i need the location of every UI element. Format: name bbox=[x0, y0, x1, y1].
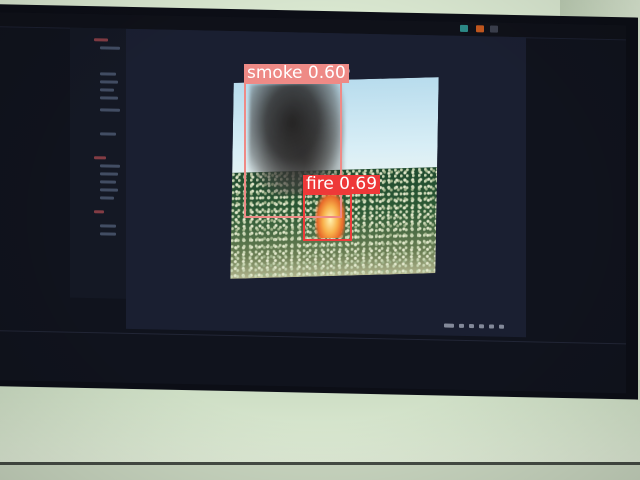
bottom-toolbar bbox=[444, 323, 504, 329]
fire-bounding-box bbox=[303, 193, 352, 241]
code-line bbox=[100, 108, 120, 112]
bottom-toolbar-icon[interactable] bbox=[499, 324, 504, 329]
code-line bbox=[100, 188, 118, 192]
code-line bbox=[100, 72, 116, 76]
code-line bbox=[94, 38, 108, 42]
code-line bbox=[100, 196, 114, 200]
code-line bbox=[100, 224, 116, 228]
code-line bbox=[94, 156, 106, 160]
window-button-icon[interactable] bbox=[490, 25, 498, 33]
code-line bbox=[100, 172, 118, 176]
window-button-icon[interactable] bbox=[476, 25, 484, 33]
bottom-toolbar-icon[interactable] bbox=[459, 323, 464, 328]
desk-edge bbox=[0, 465, 640, 480]
bottom-toolbar-icon[interactable] bbox=[469, 324, 474, 329]
smoke-detection-label: smoke 0.60 bbox=[244, 64, 349, 83]
code-line bbox=[100, 96, 118, 100]
fire-detection-label: fire 0.69 bbox=[303, 175, 381, 194]
code-line bbox=[100, 46, 120, 50]
bottom-toolbar-icon[interactable] bbox=[489, 324, 494, 329]
code-line bbox=[100, 132, 116, 136]
window-button-icon[interactable] bbox=[460, 24, 468, 33]
code-line bbox=[100, 80, 118, 84]
shadow-line bbox=[0, 462, 640, 465]
code-line bbox=[94, 210, 104, 214]
bottom-toolbar-icon[interactable] bbox=[479, 324, 484, 329]
code-line bbox=[100, 232, 116, 236]
code-line bbox=[100, 180, 116, 184]
code-editor-panel[interactable] bbox=[70, 27, 126, 299]
bottom-toolbar-icon[interactable] bbox=[444, 323, 454, 328]
code-line bbox=[100, 88, 114, 92]
code-line bbox=[100, 164, 120, 168]
